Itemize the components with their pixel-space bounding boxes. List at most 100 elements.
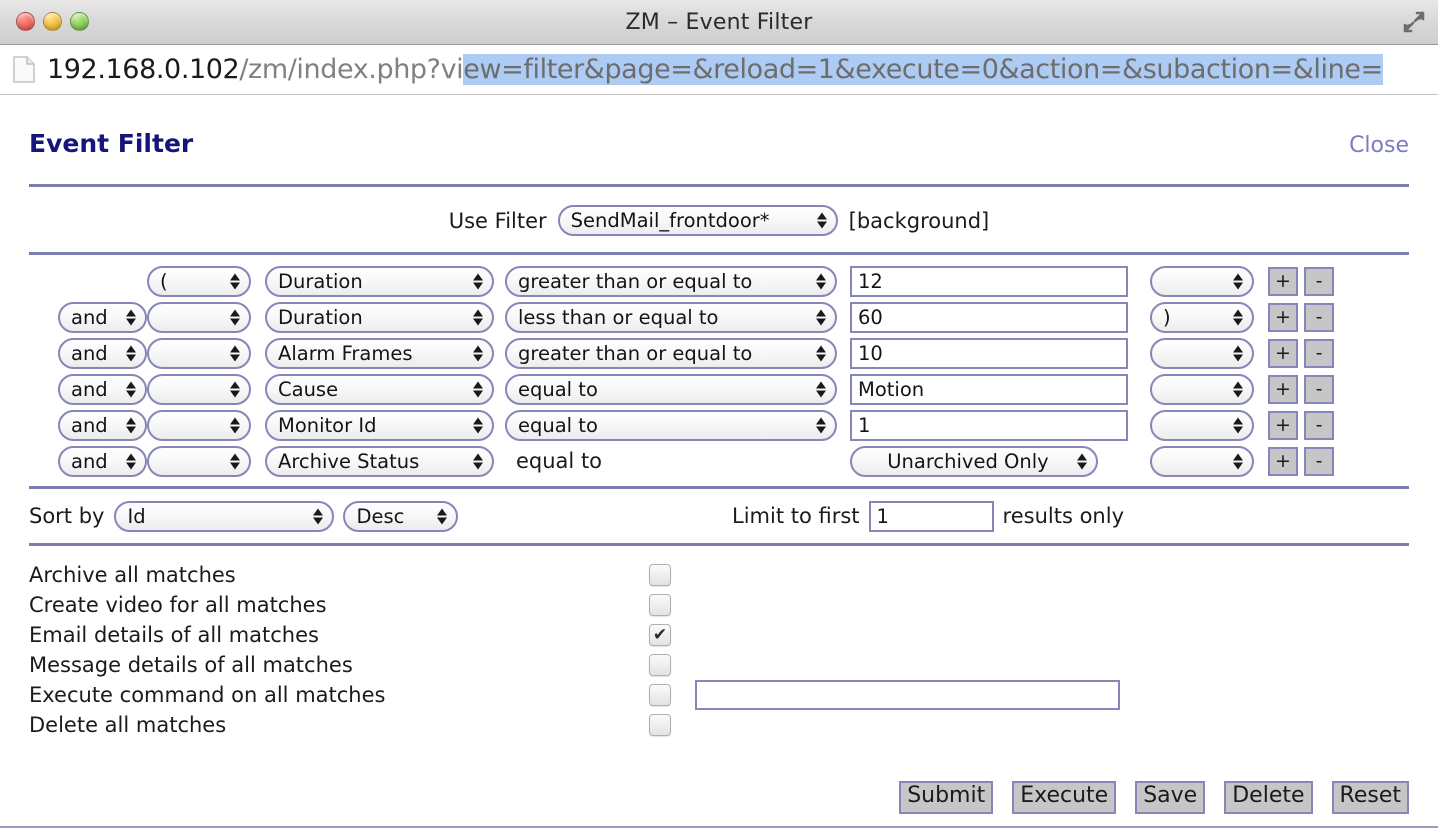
filter-conjunction-select[interactable]: and — [58, 337, 147, 369]
sort-direction-select[interactable]: Desc — [343, 500, 459, 532]
stepper-arrows-icon — [473, 272, 484, 291]
filter-operator-select[interactable]: less than or equal to — [505, 301, 837, 333]
stepper-arrows-icon — [126, 416, 137, 435]
filter-close-bracket-cell — [1150, 445, 1268, 477]
filter-close-bracket-select[interactable] — [1150, 373, 1254, 405]
footer-button-bar: Submit Execute Save Delete Reset — [899, 781, 1409, 814]
filter-operator-value: less than or equal to — [518, 305, 719, 329]
url-bar[interactable]: 192.168.0.102/zm/index.php?view=filter&p… — [0, 45, 1438, 95]
stepper-arrows-icon — [473, 452, 484, 471]
filter-attribute-cell: Duration — [265, 265, 505, 297]
close-link[interactable]: Close — [1349, 133, 1409, 158]
action-label: Message details of all matches — [29, 653, 353, 677]
filter-operator-value: greater than or equal to — [518, 341, 753, 365]
filter-conjunction-select[interactable]: and — [58, 409, 147, 441]
action-checkbox[interactable] — [649, 564, 671, 586]
remove-filter-row-button[interactable]: - — [1304, 266, 1334, 296]
limit-input[interactable] — [868, 500, 994, 532]
filter-conjunction-select[interactable]: and — [58, 301, 147, 333]
filter-value-select[interactable]: Unarchived Only — [850, 445, 1098, 477]
filter-attribute-select[interactable]: Archive Status — [265, 445, 494, 477]
filter-close-bracket-cell — [1150, 373, 1268, 405]
execute-button[interactable]: Execute — [1012, 781, 1117, 814]
action-checkbox[interactable]: ✔ — [649, 624, 671, 646]
filter-value-input[interactable] — [850, 409, 1128, 441]
add-filter-row-button[interactable]: + — [1268, 302, 1298, 332]
filter-conjunction-select[interactable]: and — [58, 373, 147, 405]
filter-close-bracket-select[interactable] — [1150, 337, 1254, 369]
remove-filter-row-button[interactable]: - — [1304, 374, 1334, 404]
submit-button[interactable]: Submit — [899, 781, 994, 814]
stepper-arrows-icon — [1233, 272, 1244, 291]
filter-attribute-select[interactable]: Duration — [265, 265, 494, 297]
remove-filter-row-button[interactable]: - — [1304, 302, 1334, 332]
filter-operator-select[interactable]: greater than or equal to — [505, 337, 837, 369]
filter-close-bracket-select[interactable] — [1150, 409, 1254, 441]
remove-filter-row-button[interactable]: - — [1304, 338, 1334, 368]
add-filter-row-button[interactable]: + — [1268, 410, 1298, 440]
action-checkbox[interactable] — [649, 684, 671, 706]
filter-open-bracket-select[interactable] — [147, 445, 251, 477]
add-filter-row-button[interactable]: + — [1268, 374, 1298, 404]
filter-operator-select[interactable]: equal to — [505, 409, 837, 441]
save-button[interactable]: Save — [1135, 781, 1206, 814]
filter-open-bracket-select[interactable] — [147, 337, 251, 369]
filter-row: and Monitor Id equal to +- — [29, 407, 1409, 443]
filter-operator-value: equal to — [518, 413, 598, 437]
filter-operator-select[interactable]: greater than or equal to — [505, 265, 837, 297]
filter-open-bracket-select[interactable]: ( — [147, 265, 251, 297]
page-document-icon — [13, 56, 35, 83]
filter-value-input[interactable] — [850, 337, 1128, 369]
filter-open-bracket-select[interactable] — [147, 301, 251, 333]
filter-attribute-select[interactable]: Monitor Id — [265, 409, 494, 441]
filter-value-input[interactable] — [850, 373, 1128, 405]
filter-value-input[interactable] — [850, 265, 1128, 297]
filter-open-bracket-select[interactable] — [147, 373, 251, 405]
stepper-arrows-icon — [1233, 452, 1244, 471]
stepper-arrows-icon — [126, 452, 137, 471]
filter-row-buttons: + - — [1268, 338, 1334, 368]
action-checkbox[interactable] — [649, 594, 671, 616]
filter-conjunction-value: and — [71, 341, 108, 365]
filter-close-bracket-select[interactable] — [1150, 265, 1254, 297]
filter-conjunction-cell: and — [29, 373, 147, 405]
action-checkbox[interactable] — [649, 714, 671, 736]
filter-value-input[interactable] — [850, 301, 1128, 333]
filter-row-buttons: + - — [1268, 446, 1334, 476]
window-title-bar: ZM – Event Filter — [0, 0, 1438, 45]
execute-command-input[interactable] — [695, 680, 1120, 710]
remove-filter-row-button[interactable]: - — [1304, 446, 1334, 476]
filter-attribute-select[interactable]: Alarm Frames — [265, 337, 494, 369]
sort-field-select[interactable]: Id — [114, 500, 335, 532]
filter-attribute-select[interactable]: Duration — [265, 301, 494, 333]
action-row: Email details of all matches ✔ — [29, 620, 1409, 650]
filter-close-bracket-cell — [1150, 265, 1268, 297]
sort-direction-value: Desc — [356, 504, 405, 528]
filter-attribute-value: Archive Status — [278, 449, 420, 473]
action-row: Message details of all matches — [29, 650, 1409, 680]
stepper-arrows-icon — [126, 380, 137, 399]
filter-conjunction-value: and — [71, 377, 108, 401]
filter-close-bracket-select[interactable]: ) — [1150, 301, 1254, 333]
stepper-arrows-icon — [1077, 452, 1088, 471]
stepper-arrows-icon — [816, 416, 827, 435]
add-filter-row-button[interactable]: + — [1268, 338, 1298, 368]
filter-value-cell — [850, 265, 1150, 297]
delete-button[interactable]: Delete — [1224, 781, 1313, 814]
action-checkbox[interactable] — [649, 654, 671, 676]
filter-operator-select[interactable]: equal to — [505, 373, 837, 405]
url-text[interactable]: 192.168.0.102/zm/index.php?view=filter&p… — [47, 54, 1383, 85]
add-filter-row-button[interactable]: + — [1268, 446, 1298, 476]
filter-conjunction-select[interactable]: and — [58, 445, 147, 477]
action-label: Email details of all matches — [29, 623, 319, 647]
filter-close-bracket-select[interactable] — [1150, 445, 1254, 477]
page-header: Event Filter Close — [29, 95, 1409, 184]
stepper-arrows-icon — [230, 272, 241, 291]
fullscreen-arrows-icon[interactable] — [1396, 6, 1432, 38]
remove-filter-row-button[interactable]: - — [1304, 410, 1334, 440]
reset-button[interactable]: Reset — [1331, 781, 1409, 814]
filter-attribute-select[interactable]: Cause — [265, 373, 494, 405]
filter-open-bracket-select[interactable] — [147, 409, 251, 441]
add-filter-row-button[interactable]: + — [1268, 266, 1298, 296]
use-filter-select[interactable]: SendMail_frontdoor* — [557, 205, 838, 236]
